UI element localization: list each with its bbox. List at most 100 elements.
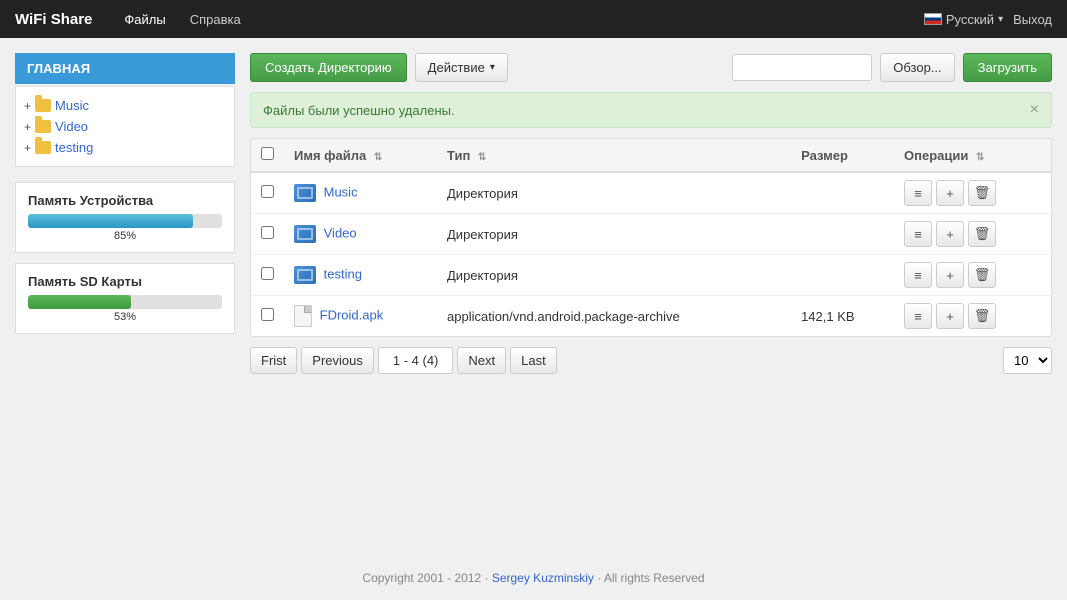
content: Создать Директорию Действие ▾ Обзор... З…	[250, 53, 1052, 541]
folder-icon	[35, 141, 51, 154]
delete-op-button[interactable]: 🗑	[968, 221, 996, 247]
table-row: FDroid.apk application/vnd.android.packa…	[251, 296, 1051, 337]
action-button[interactable]: Действие ▾	[415, 53, 508, 82]
folder-icon	[35, 99, 51, 112]
file-link[interactable]: Video	[324, 225, 357, 240]
directory-icon	[294, 266, 316, 284]
row-checkbox[interactable]	[261, 267, 274, 280]
col-check	[251, 139, 284, 172]
delete-op-button[interactable]: 🗑	[968, 262, 996, 288]
sidebar: ГЛАВНАЯ + Music + Video + testing Память…	[15, 53, 235, 541]
delete-op-button[interactable]: 🗑	[968, 180, 996, 206]
browse-button[interactable]: Обзор...	[880, 53, 954, 82]
list-op-button[interactable]: ≡	[904, 180, 932, 206]
memory-sd-box: Память SD Карты 53%	[15, 263, 235, 334]
table-row: testing Директория ≡ + 🗑	[251, 255, 1051, 296]
memory-device-progress-bg	[28, 214, 222, 228]
row-name-cell: FDroid.apk	[284, 296, 437, 337]
add-op-button[interactable]: +	[936, 180, 964, 206]
delete-op-button[interactable]: 🗑	[968, 303, 996, 329]
sidebar-item-music[interactable]: + Music	[24, 95, 226, 116]
file-path-input[interactable]	[732, 54, 872, 81]
sort-arrows-name[interactable]: ⇅	[374, 152, 382, 163]
main-layout: ГЛАВНАЯ + Music + Video + testing Память…	[0, 38, 1067, 556]
directory-icon	[294, 225, 316, 243]
footer-link[interactable]: Sergey Kuzminskiy	[492, 571, 594, 585]
brand: WiFi Share	[15, 11, 92, 28]
lang-caret-icon: ▾	[998, 14, 1003, 25]
language-button[interactable]: Русский ▾	[924, 12, 1003, 27]
first-page-button[interactable]: Frist	[250, 347, 297, 374]
prev-page-button[interactable]: Previous	[301, 347, 374, 374]
sidebar-link-music[interactable]: Music	[55, 98, 89, 113]
nav-files[interactable]: Файлы	[112, 2, 177, 37]
create-dir-button[interactable]: Создать Директорию	[250, 53, 407, 82]
sidebar-item-video[interactable]: + Video	[24, 116, 226, 137]
list-op-button[interactable]: ≡	[904, 262, 932, 288]
memory-sd-label: 53%	[28, 311, 222, 323]
flag-icon	[924, 13, 942, 25]
memory-sd-progress-bg	[28, 295, 222, 309]
sidebar-link-video[interactable]: Video	[55, 119, 88, 134]
expand-icon: +	[24, 141, 31, 155]
row-name-cell: testing	[284, 255, 437, 296]
col-size-header: Размер	[791, 139, 894, 172]
file-link[interactable]: Music	[324, 184, 358, 199]
footer-text2: · All rights Reserved	[594, 571, 705, 585]
pagination-bar: Frist Previous 1 - 4 (4) Next Last 10255…	[250, 347, 1052, 374]
sort-arrows-type[interactable]: ⇅	[478, 152, 486, 163]
sidebar-tree: + Music + Video + testing	[15, 86, 235, 167]
sidebar-header: ГЛАВНАЯ	[15, 53, 235, 84]
file-link[interactable]: testing	[324, 266, 362, 281]
alert-message: Файлы были успешно удалены.	[263, 103, 455, 118]
table-row: Video Директория ≡ + 🗑	[251, 214, 1051, 255]
toolbar: Создать Директорию Действие ▾ Обзор... З…	[250, 53, 1052, 82]
row-checkbox[interactable]	[261, 308, 274, 321]
ops-buttons: ≡ + 🗑	[904, 303, 1041, 329]
nav-help[interactable]: Справка	[178, 2, 253, 37]
upload-button[interactable]: Загрузить	[963, 53, 1052, 82]
file-input-area: Обзор... Загрузить	[732, 53, 1052, 82]
action-label: Действие	[428, 60, 485, 75]
row-size-cell: 142,1 KB	[791, 296, 894, 337]
row-name-cell: Music	[284, 172, 437, 214]
action-caret-icon: ▾	[490, 62, 495, 73]
ops-buttons: ≡ + 🗑	[904, 262, 1041, 288]
lang-label: Русский	[946, 12, 994, 27]
row-checkbox[interactable]	[261, 226, 274, 239]
list-op-button[interactable]: ≡	[904, 221, 932, 247]
row-checkbox-cell	[251, 296, 284, 337]
alert-close-button[interactable]: ×	[1030, 101, 1039, 119]
add-op-button[interactable]: +	[936, 221, 964, 247]
per-page-select[interactable]: 102550	[1003, 347, 1052, 374]
add-op-button[interactable]: +	[936, 303, 964, 329]
row-ops-cell: ≡ + 🗑	[894, 172, 1051, 214]
sidebar-item-testing[interactable]: + testing	[24, 137, 226, 158]
row-type-cell: application/vnd.android.package-archive	[437, 296, 791, 337]
row-checkbox-cell	[251, 172, 284, 214]
ops-buttons: ≡ + 🗑	[904, 221, 1041, 247]
row-checkbox-cell	[251, 214, 284, 255]
expand-icon: +	[24, 120, 31, 134]
memory-sd-title: Память SD Карты	[28, 274, 222, 289]
select-all-checkbox[interactable]	[261, 147, 274, 160]
success-alert: Файлы были успешно удалены. ×	[250, 92, 1052, 128]
row-size-cell	[791, 255, 894, 296]
row-checkbox[interactable]	[261, 185, 274, 198]
exit-button[interactable]: Выход	[1013, 12, 1052, 27]
last-page-button[interactable]: Last	[510, 347, 557, 374]
row-checkbox-cell	[251, 255, 284, 296]
memory-sd-progress-fill	[28, 295, 131, 309]
row-size-cell	[791, 172, 894, 214]
add-op-button[interactable]: +	[936, 262, 964, 288]
table-row: Music Директория ≡ + 🗑	[251, 172, 1051, 214]
next-page-button[interactable]: Next	[457, 347, 506, 374]
sort-arrows-ops[interactable]: ⇅	[976, 152, 984, 163]
topnav: WiFi Share Файлы Справка Русский ▾ Выход	[0, 0, 1067, 38]
file-link[interactable]: FDroid.apk	[320, 307, 384, 322]
list-op-button[interactable]: ≡	[904, 303, 932, 329]
sidebar-link-testing[interactable]: testing	[55, 140, 93, 155]
col-type-header: Тип ⇅	[437, 139, 791, 172]
row-type-cell: Директория	[437, 214, 791, 255]
memory-device-title: Память Устройства	[28, 193, 222, 208]
